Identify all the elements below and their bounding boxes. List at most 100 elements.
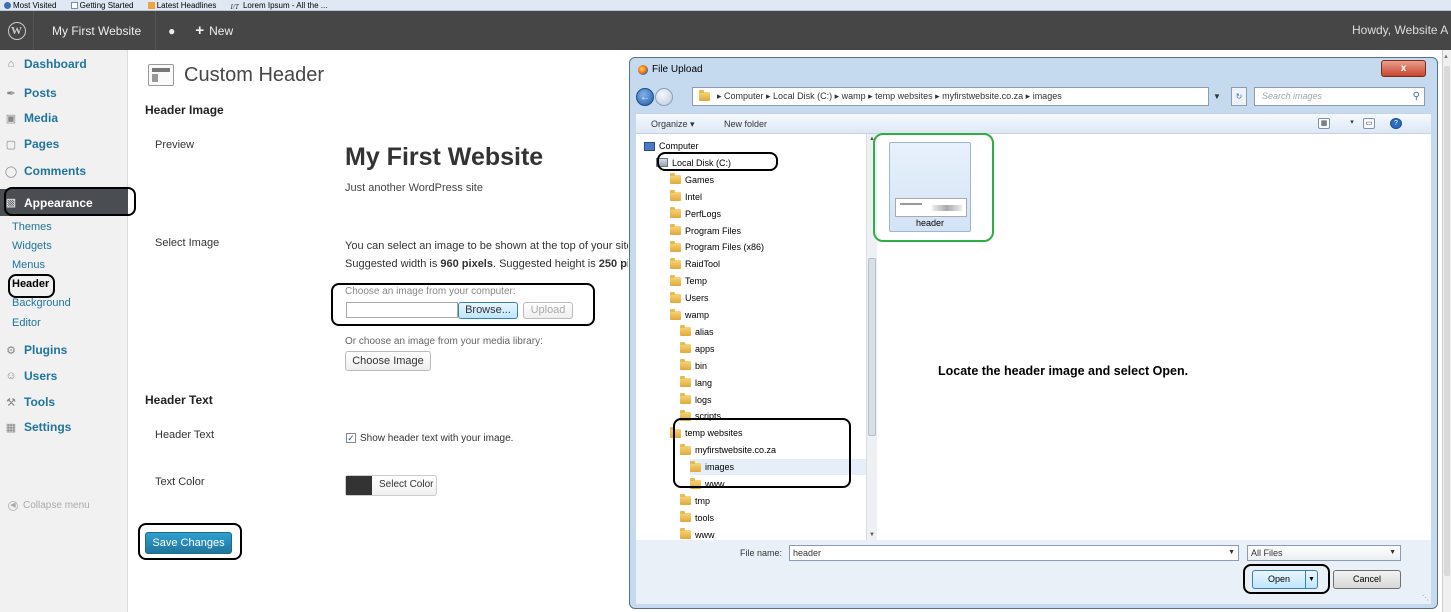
tree-item[interactable]: Program Files (x86) — [670, 239, 866, 255]
howdy-account-menu[interactable]: Howdy, Website A — [1352, 11, 1448, 50]
tree-item[interactable]: Games — [670, 172, 866, 188]
folder-icon — [699, 90, 710, 101]
comments-bubble-icon[interactable]: ● — [156, 24, 187, 38]
tree-item-label: wamp — [685, 310, 710, 320]
sidebar-item-plugins[interactable]: ⚙ Plugins — [4, 339, 128, 361]
submenu-background[interactable]: Background — [12, 297, 71, 309]
plus-icon: + — [195, 22, 205, 39]
select-color-button[interactable]: Select Color — [345, 475, 437, 496]
tree-item[interactable]: bin — [680, 358, 866, 374]
file-type-select[interactable]: All Files ▼ — [1247, 545, 1401, 561]
suggested-size-text: Suggested width is 960 pixels. Suggested… — [345, 258, 628, 270]
help-icon[interactable]: ? — [1390, 118, 1402, 129]
view-options-icon[interactable]: ▦ — [1318, 118, 1330, 129]
lorem-icon: I/T — [230, 3, 239, 11]
sidebar-item-dashboard[interactable]: ⌂ Dashboard — [4, 53, 128, 75]
tree-item[interactable]: PerfLogs — [670, 206, 866, 222]
forward-icon[interactable] — [655, 88, 673, 106]
tree-item[interactable]: logs — [680, 392, 866, 408]
bookmark-icon — [4, 2, 11, 9]
select-image-label: Select Image — [155, 237, 220, 249]
dashboard-icon: ⌂ — [7, 58, 15, 70]
folder-icon — [680, 359, 691, 371]
new-content-button[interactable]: + New — [187, 22, 241, 39]
tree-item[interactable]: apps — [680, 341, 866, 357]
cancel-button[interactable]: Cancel — [1333, 570, 1401, 589]
folder-icon — [670, 240, 681, 252]
page-scrollbar-thumb[interactable] — [1444, 66, 1450, 576]
file-name-input[interactable]: header ▼ — [789, 545, 1239, 561]
tree-item-label: Program Files — [685, 225, 742, 236]
refresh-icon[interactable]: ↻ — [1231, 87, 1247, 106]
preview-pane-icon[interactable]: ▭ — [1363, 118, 1375, 129]
sidebar-item-users[interactable]: ☺ Users — [4, 365, 128, 387]
file-upload-dialog: File Upload x ← ▸ Computer ▸ Local Disk … — [629, 57, 1438, 609]
tree-item[interactable]: tools — [680, 510, 866, 526]
admin-sidebar: ⌂ Dashboard ✒ Posts ▣ Media ▢ Pages ◯ Comment… — [0, 50, 128, 612]
tree-item[interactable]: wamp — [670, 307, 866, 323]
resize-grip-icon[interactable]: ⋱ — [1422, 594, 1429, 602]
tree-item-label: Intel — [685, 191, 703, 202]
collapse-menu-button[interactable]: ◀ Collapse menu — [8, 500, 90, 511]
submenu-editor[interactable]: Editor — [12, 317, 41, 329]
dialog-title: File Upload — [638, 64, 703, 75]
scrollbar-thumb[interactable] — [868, 258, 876, 436]
tree-item-label: tools — [695, 512, 715, 523]
file-name-dropdown-icon[interactable]: ▼ — [1228, 546, 1235, 560]
tree-item[interactable]: tmp — [680, 493, 866, 509]
sidebar-item-tools[interactable]: ⚒ Tools — [4, 391, 128, 413]
sidebar-item-settings[interactable]: ▦ Settings — [4, 416, 128, 438]
bookmark-getting-started[interactable]: Getting Started — [70, 1, 140, 10]
page-icon: ▢ — [5, 138, 17, 151]
breadcrumb[interactable]: ▸ Computer ▸ Local Disk (C:) ▸ wamp ▸ te… — [692, 87, 1209, 106]
folder-icon — [670, 274, 681, 286]
tree-item[interactable]: alias — [680, 324, 866, 340]
submenu-themes[interactable]: Themes — [12, 221, 52, 233]
highlight-local-disk — [657, 152, 778, 171]
bookmark-latest-headlines[interactable]: Latest Headlines — [147, 1, 223, 10]
organize-menu[interactable]: Organize ▾ — [651, 114, 695, 134]
tree-item-label: PerfLogs — [685, 208, 722, 219]
page-scrollbar[interactable]: ▲ — [1442, 50, 1451, 612]
new-folder-button[interactable]: New folder — [724, 114, 767, 134]
tree-item[interactable]: Users — [670, 290, 866, 306]
choose-image-button[interactable]: Choose Image — [345, 351, 431, 371]
tree-item[interactable]: RaidTool — [670, 256, 866, 272]
header-image-heading: Header Image — [145, 103, 224, 117]
wordpress-menu[interactable]: W — [0, 11, 34, 50]
show-header-text-checkbox[interactable]: ✓ — [346, 433, 356, 443]
sidebar-item-media[interactable]: ▣ Media — [4, 107, 128, 129]
submenu-widgets[interactable]: Widgets — [12, 240, 52, 252]
folder-icon — [680, 528, 691, 540]
wordpress-logo-icon: W — [7, 21, 26, 40]
view-dropdown-icon[interactable]: ▾ — [1346, 118, 1358, 129]
search-input[interactable]: Search images ⚲ — [1254, 87, 1425, 106]
bookmark-most-visited[interactable]: Most Visited — [4, 1, 62, 10]
close-button[interactable]: x — [1381, 60, 1426, 77]
bookmark-lorem-ipsum[interactable]: I/T Lorem Ipsum - All the ... — [231, 1, 334, 10]
tree-item-label: alias — [695, 326, 714, 337]
submenu-menus[interactable]: Menus — [12, 259, 45, 271]
page-title: Custom Header — [184, 64, 325, 86]
highlight-save — [138, 523, 242, 560]
sidebar-item-pages[interactable]: ▢ Pages — [4, 133, 128, 155]
site-name-link[interactable]: My First Website — [34, 11, 157, 50]
scroll-down-icon[interactable]: ▼ — [867, 532, 877, 538]
show-header-text-label: Show header text with your image. — [360, 433, 514, 444]
tree-item[interactable]: Program Files — [670, 223, 866, 239]
back-icon[interactable]: ← — [636, 88, 654, 106]
sidebar-item-comments[interactable]: ◯ Comments — [4, 160, 128, 182]
tree-item[interactable]: Temp — [670, 273, 866, 289]
sidebar-item-posts[interactable]: ✒ Posts — [4, 82, 128, 104]
tools-icon: ⚒ — [6, 396, 16, 409]
folder-icon — [680, 325, 691, 337]
media-icon: ▣ — [5, 112, 17, 125]
tree-item[interactable]: lang — [680, 375, 866, 391]
folder-icon — [680, 376, 691, 388]
tree-item[interactable]: Intel — [670, 189, 866, 205]
page-scroll-up-icon[interactable]: ▲ — [1443, 54, 1449, 60]
history-dropdown-icon[interactable]: ▼ — [1213, 87, 1221, 106]
tree-item-label: lang — [695, 377, 713, 388]
tree-item[interactable]: www — [680, 527, 866, 540]
tree-item-label: www — [695, 529, 715, 540]
